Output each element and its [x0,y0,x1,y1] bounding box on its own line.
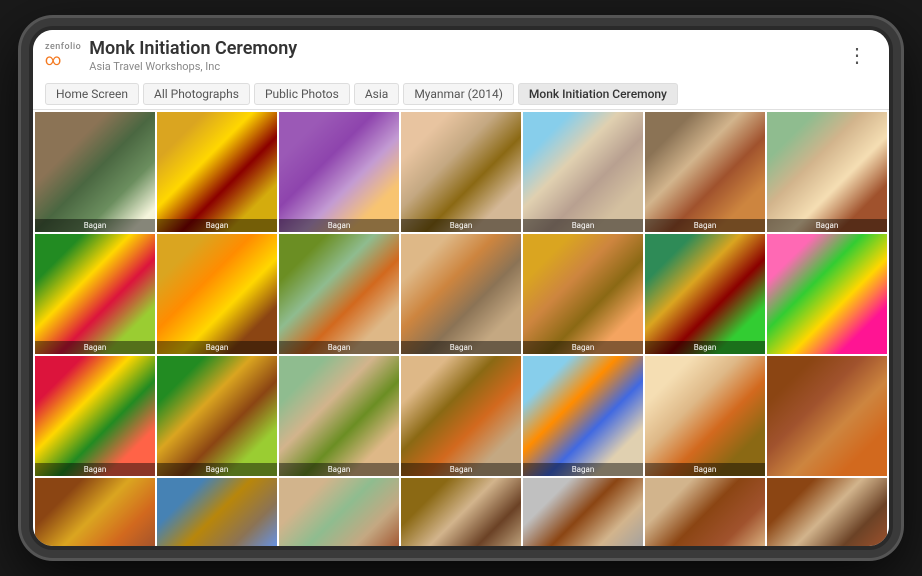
photo-location-label: Bagan [523,219,643,232]
header-left: zenfolio ∞ Monk Initiation Ceremony Asia… [45,38,297,73]
photo-cell-r4c5[interactable] [523,478,643,546]
photo-cell-r1c4[interactable]: Bagan [401,112,521,232]
photo-location-label: Bagan [279,341,399,354]
photo-cell-r2c7[interactable] [767,234,887,354]
photo-location-label: Bagan [645,219,765,232]
photo-bg [279,234,399,354]
photo-bg [35,478,155,546]
photo-bg [35,234,155,354]
photo-cell-r3c6[interactable]: Bagan [645,356,765,476]
photo-cell-r3c5[interactable]: Bagan [523,356,643,476]
photo-location-label: Bagan [279,219,399,232]
photo-location-label: Bagan [279,463,399,476]
photo-location-label: Bagan [645,463,765,476]
photo-bg [767,112,887,232]
device-frame: zenfolio ∞ Monk Initiation Ceremony Asia… [21,18,901,558]
header-top: zenfolio ∞ Monk Initiation Ceremony Asia… [45,38,877,79]
photo-location-label: Bagan [157,341,277,354]
photo-location-label: Bagan [35,463,155,476]
photo-bg [645,478,765,546]
breadcrumb-myanmar[interactable]: Myanmar (2014) [403,83,514,105]
photo-bg [35,356,155,476]
photo-cell-r2c3[interactable]: Bagan [279,234,399,354]
photo-bg [523,112,643,232]
breadcrumb-public-photos[interactable]: Public Photos [254,83,350,105]
gallery-title: Monk Initiation Ceremony [89,38,297,60]
header-title-block: Monk Initiation Ceremony Asia Travel Wor… [89,38,297,73]
photo-bg [157,234,277,354]
photo-cell-r3c4[interactable]: Bagan [401,356,521,476]
photo-cell-r4c1[interactable] [35,478,155,546]
photo-bg [645,356,765,476]
photo-bg [523,356,643,476]
photo-bg [523,234,643,354]
photo-bg [401,234,521,354]
photo-bg [157,356,277,476]
photo-cell-r4c4[interactable] [401,478,521,546]
photo-cell-r2c4[interactable]: Bagan [401,234,521,354]
photo-cell-r1c2[interactable]: Bagan [157,112,277,232]
photo-grid: BaganBaganBaganBaganBaganBaganBaganBagan… [33,110,889,546]
zenfolio-logo: zenfolio ∞ [45,42,81,68]
photo-bg [279,356,399,476]
breadcrumb: Home Screen All Photographs Public Photo… [45,79,877,109]
photo-bg [767,356,887,476]
photo-location-label: Bagan [401,219,521,232]
photo-cell-r4c7[interactable] [767,478,887,546]
photo-location-label: Bagan [157,219,277,232]
device-screen: zenfolio ∞ Monk Initiation Ceremony Asia… [33,30,889,546]
photo-cell-r2c1[interactable]: Bagan [35,234,155,354]
photo-location-label: Bagan [35,219,155,232]
photo-cell-r1c1[interactable]: Bagan [35,112,155,232]
photo-cell-r3c7[interactable] [767,356,887,476]
photo-cell-r1c7[interactable]: Bagan [767,112,887,232]
photo-bg [279,478,399,546]
breadcrumb-home[interactable]: Home Screen [45,83,139,105]
photo-bg [401,112,521,232]
photo-cell-r2c2[interactable]: Bagan [157,234,277,354]
photo-bg [279,112,399,232]
photo-cell-r1c3[interactable]: Bagan [279,112,399,232]
photo-bg [157,112,277,232]
photo-bg [767,478,887,546]
zenfolio-infinity-icon: ∞ [45,52,61,68]
photo-location-label: Bagan [523,463,643,476]
photo-cell-r3c2[interactable]: Bagan [157,356,277,476]
photo-cell-r1c5[interactable]: Bagan [523,112,643,232]
photo-bg [401,356,521,476]
breadcrumb-monk-ceremony[interactable]: Monk Initiation Ceremony [518,83,678,105]
photo-location-label: Bagan [401,463,521,476]
photo-cell-r2c5[interactable]: Bagan [523,234,643,354]
photo-cell-r3c1[interactable]: Bagan [35,356,155,476]
photo-bg [645,112,765,232]
photo-location-label: Bagan [157,463,277,476]
photo-bg [401,478,521,546]
photo-cell-r2c6[interactable]: Bagan [645,234,765,354]
breadcrumb-all-photos[interactable]: All Photographs [143,83,250,105]
more-options-icon[interactable]: ⋮ [839,41,877,69]
photo-cell-r3c3[interactable]: Bagan [279,356,399,476]
photo-grid-container: BaganBaganBaganBaganBaganBaganBaganBagan… [33,110,889,546]
photo-location-label: Bagan [401,341,521,354]
photo-location-label: Bagan [645,341,765,354]
photo-cell-r4c6[interactable] [645,478,765,546]
photo-location-label: Bagan [35,341,155,354]
photo-bg [767,234,887,354]
photo-bg [157,478,277,546]
gallery-subtitle: Asia Travel Workshops, Inc [89,60,297,73]
photo-cell-r1c6[interactable]: Bagan [645,112,765,232]
photo-bg [645,234,765,354]
photo-bg [35,112,155,232]
photo-cell-r4c3[interactable] [279,478,399,546]
header: zenfolio ∞ Monk Initiation Ceremony Asia… [33,30,889,110]
photo-location-label: Bagan [523,341,643,354]
photo-location-label: Bagan [767,219,887,232]
breadcrumb-asia[interactable]: Asia [354,83,399,105]
photo-cell-r4c2[interactable] [157,478,277,546]
photo-bg [523,478,643,546]
